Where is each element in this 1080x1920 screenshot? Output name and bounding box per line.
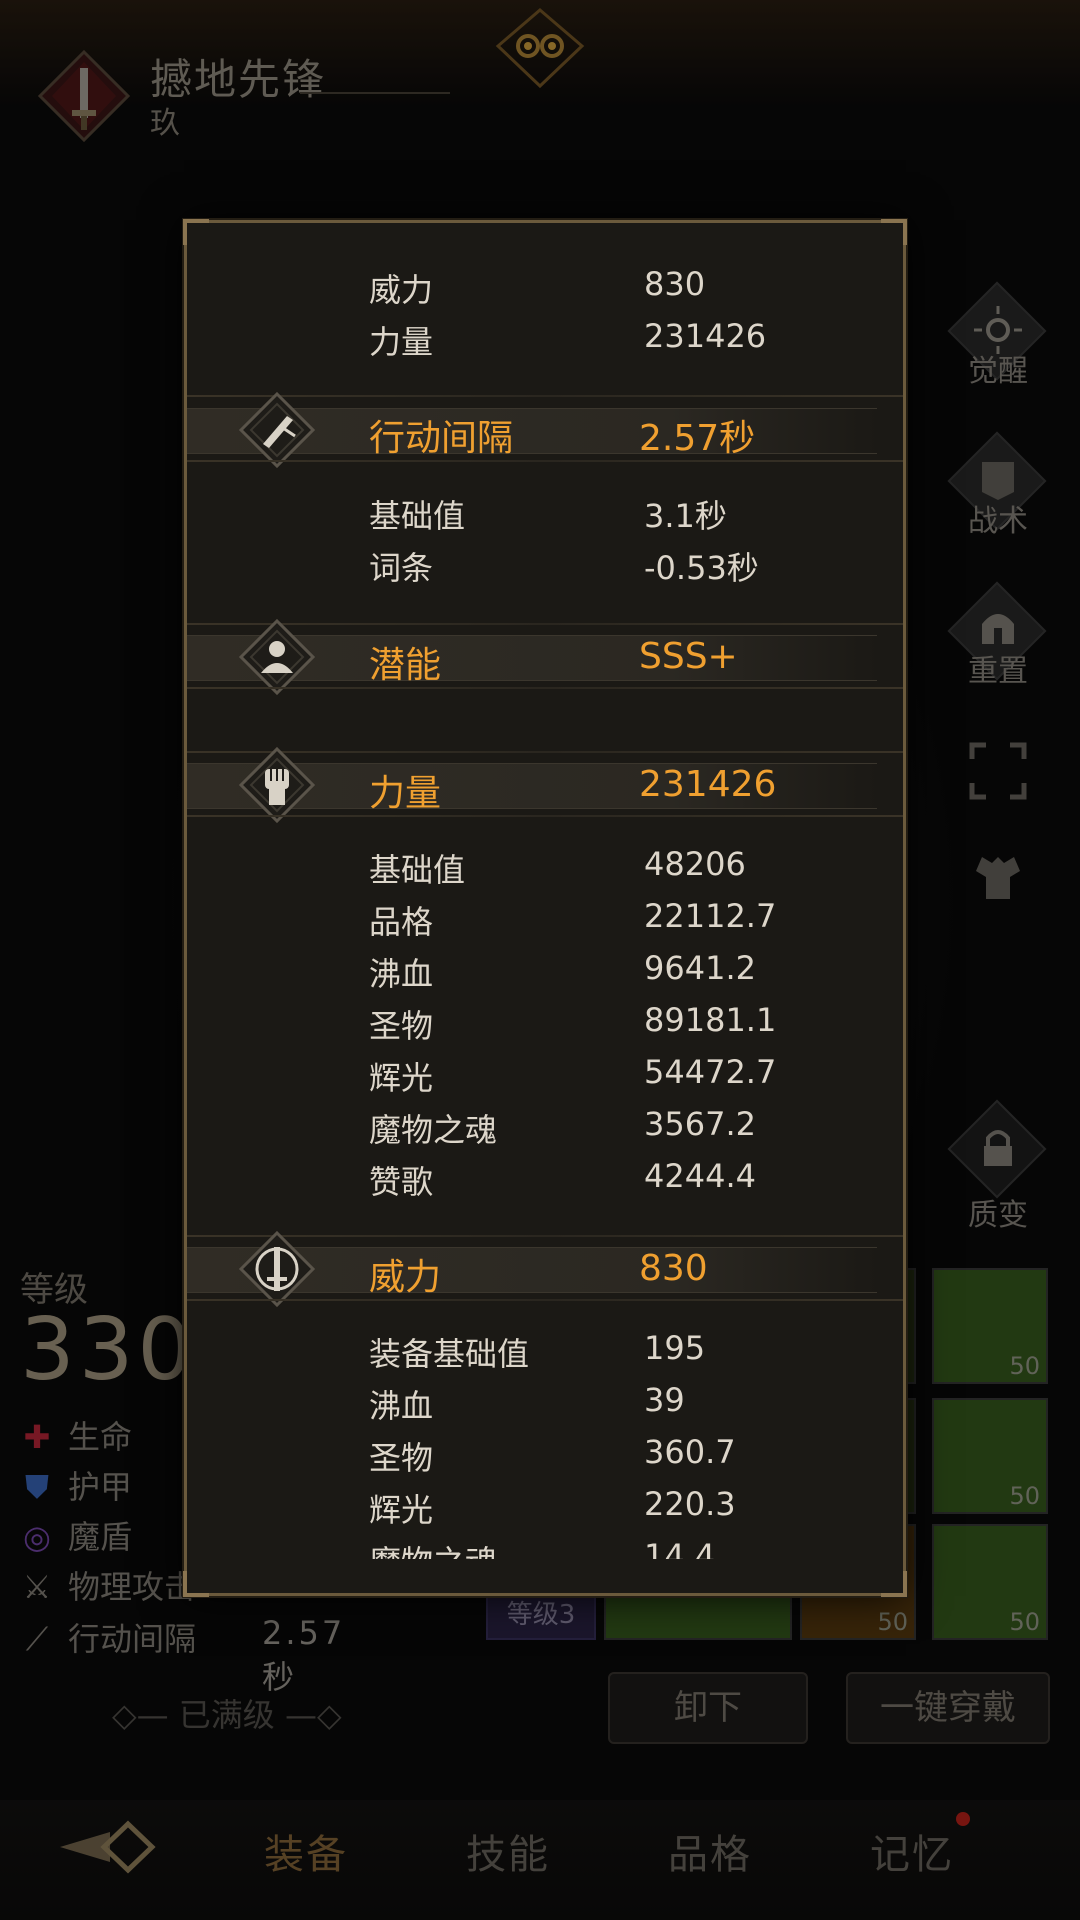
detail-row: 圣物 89181.1 xyxy=(369,1001,776,1047)
row-value: 231426 xyxy=(644,317,767,355)
row-value: 3.1秒 xyxy=(644,497,727,535)
popup-corner xyxy=(881,1571,907,1597)
row-value: 48206 xyxy=(644,845,746,883)
section-value: SSS+ xyxy=(639,636,738,677)
row-label: 圣物 xyxy=(369,1007,434,1045)
row-value: 14.4 xyxy=(644,1537,716,1559)
detail-row: 魔物之魂 14.4 xyxy=(369,1537,715,1559)
row-value: 9641.2 xyxy=(644,949,756,987)
popup-scroll-area[interactable]: 威力 830 力量 231426 行动间隔 2.57秒 基础值 3.1秒 词条 … xyxy=(187,223,903,1559)
row-value: 360.7 xyxy=(644,1433,736,1471)
detail-row: 辉光 54472.7 xyxy=(369,1053,776,1099)
section-value: 231426 xyxy=(639,764,777,805)
row-label: 魔物之魂 xyxy=(369,1111,498,1149)
row-value: -0.53秒 xyxy=(644,549,759,587)
detail-row: 品格 22112.7 xyxy=(369,897,776,943)
section-value: 2.57秒 xyxy=(639,418,756,459)
section-value: 830 xyxy=(639,1248,708,1289)
row-label: 基础值 xyxy=(369,497,466,535)
row-label: 魔物之魂 xyxy=(369,1543,497,1559)
row-label: 沸血 xyxy=(369,1387,434,1425)
row-value: 89181.1 xyxy=(644,1001,777,1039)
row-value: 54472.7 xyxy=(644,1053,777,1091)
detail-row: 基础值 3.1秒 xyxy=(369,491,727,537)
row-label: 基础值 xyxy=(369,851,466,889)
row-label: 赞歌 xyxy=(369,1163,434,1201)
dagger-icon xyxy=(238,391,316,469)
row-value: 195 xyxy=(644,1329,706,1367)
section-label: 力量 xyxy=(369,773,442,814)
row-label: 沸血 xyxy=(369,955,434,993)
summary-row-strength: 力量 231426 xyxy=(369,317,766,363)
bust-icon xyxy=(238,618,316,696)
row-label: 圣物 xyxy=(369,1439,434,1477)
stats-detail-popup: 威力 830 力量 231426 行动间隔 2.57秒 基础值 3.1秒 词条 … xyxy=(183,219,907,1597)
detail-row: 辉光 220.3 xyxy=(369,1485,736,1531)
row-label: 力量 xyxy=(369,323,434,361)
detail-row: 装备基础值 195 xyxy=(369,1329,705,1375)
summary-row-power: 威力 830 xyxy=(369,265,705,311)
detail-row: 基础值 48206 xyxy=(369,845,746,891)
sword-emblem-icon xyxy=(238,1230,316,1308)
row-value: 830 xyxy=(644,265,706,303)
row-label: 辉光 xyxy=(369,1059,434,1097)
fist-icon xyxy=(238,746,316,824)
section-divider xyxy=(187,460,903,462)
row-label: 装备基础值 xyxy=(369,1335,530,1373)
section-label: 威力 xyxy=(369,1257,442,1298)
row-label: 词条 xyxy=(369,549,434,587)
row-value: 22112.7 xyxy=(644,897,777,935)
popup-corner xyxy=(183,1571,209,1597)
detail-row: 词条 -0.53秒 xyxy=(369,543,759,589)
section-divider xyxy=(187,815,903,817)
row-value: 220.3 xyxy=(644,1485,736,1523)
detail-row: 沸血 9641.2 xyxy=(369,949,756,995)
section-divider xyxy=(187,687,903,689)
detail-row: 圣物 360.7 xyxy=(369,1433,736,1479)
row-label: 威力 xyxy=(369,271,434,309)
detail-row: 赞歌 4244.4 xyxy=(369,1157,756,1203)
row-value: 3567.2 xyxy=(644,1105,756,1143)
section-divider xyxy=(187,1299,903,1301)
row-label: 品格 xyxy=(369,903,434,941)
row-value: 39 xyxy=(644,1381,685,1419)
detail-row: 魔物之魂 3567.2 xyxy=(369,1105,756,1151)
section-label: 行动间隔 xyxy=(369,418,514,459)
row-label: 辉光 xyxy=(369,1491,434,1529)
detail-row: 沸血 39 xyxy=(369,1381,685,1427)
row-value: 4244.4 xyxy=(644,1157,756,1195)
section-label: 潜能 xyxy=(369,645,442,686)
